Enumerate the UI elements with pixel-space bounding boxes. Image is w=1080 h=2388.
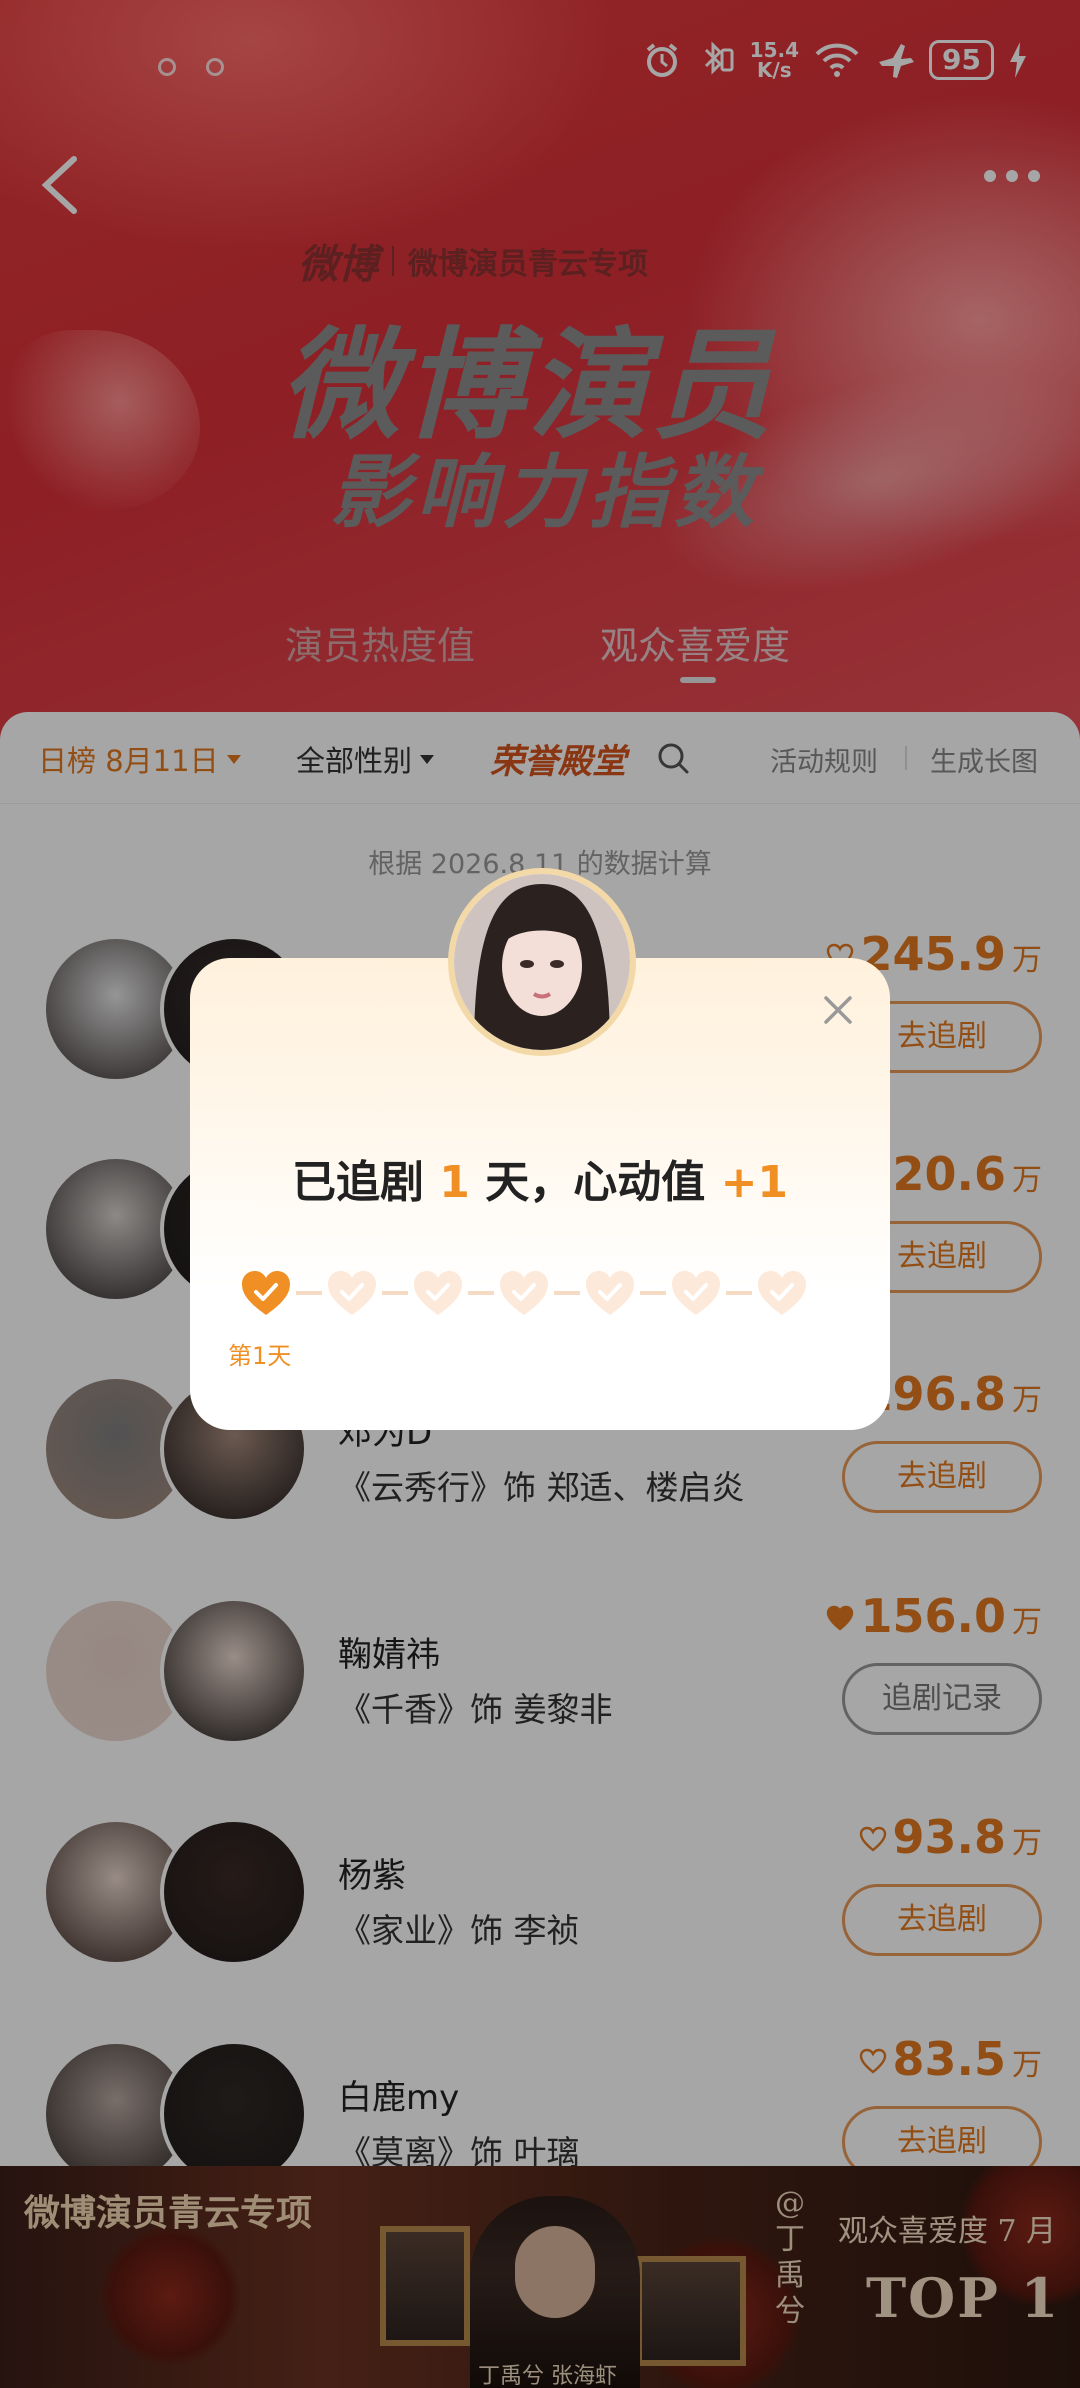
progress-connector xyxy=(726,1291,752,1295)
day-checked-heart-icon xyxy=(242,1271,290,1315)
message-middle: 天，心动值 xyxy=(485,1157,706,1208)
progress-connector xyxy=(468,1291,494,1295)
progress-connector xyxy=(382,1291,408,1295)
heartbeat-gain: +1 xyxy=(720,1157,789,1208)
day-unchecked-heart-icon xyxy=(586,1271,634,1315)
dialog-avatar xyxy=(448,868,636,1056)
checkin-message: 已追剧 1 天，心动值 +1 xyxy=(190,1146,890,1210)
progress-connector xyxy=(554,1291,580,1295)
day-unchecked-heart-icon xyxy=(414,1271,462,1315)
day-unchecked-heart-icon xyxy=(328,1271,376,1315)
progress-connector xyxy=(296,1291,322,1295)
day-unchecked-heart-icon xyxy=(672,1271,720,1315)
day-unchecked-heart-icon xyxy=(500,1271,548,1315)
actor-avatar-image xyxy=(454,874,630,1050)
close-icon[interactable] xyxy=(818,990,858,1030)
days-count: 1 xyxy=(439,1157,470,1208)
day-unchecked-heart-icon xyxy=(758,1271,806,1315)
message-prefix: 已追剧 xyxy=(291,1157,424,1208)
progress-connector xyxy=(640,1291,666,1295)
checkin-progress xyxy=(238,1268,810,1318)
day-label: 第1天 xyxy=(228,1342,292,1370)
